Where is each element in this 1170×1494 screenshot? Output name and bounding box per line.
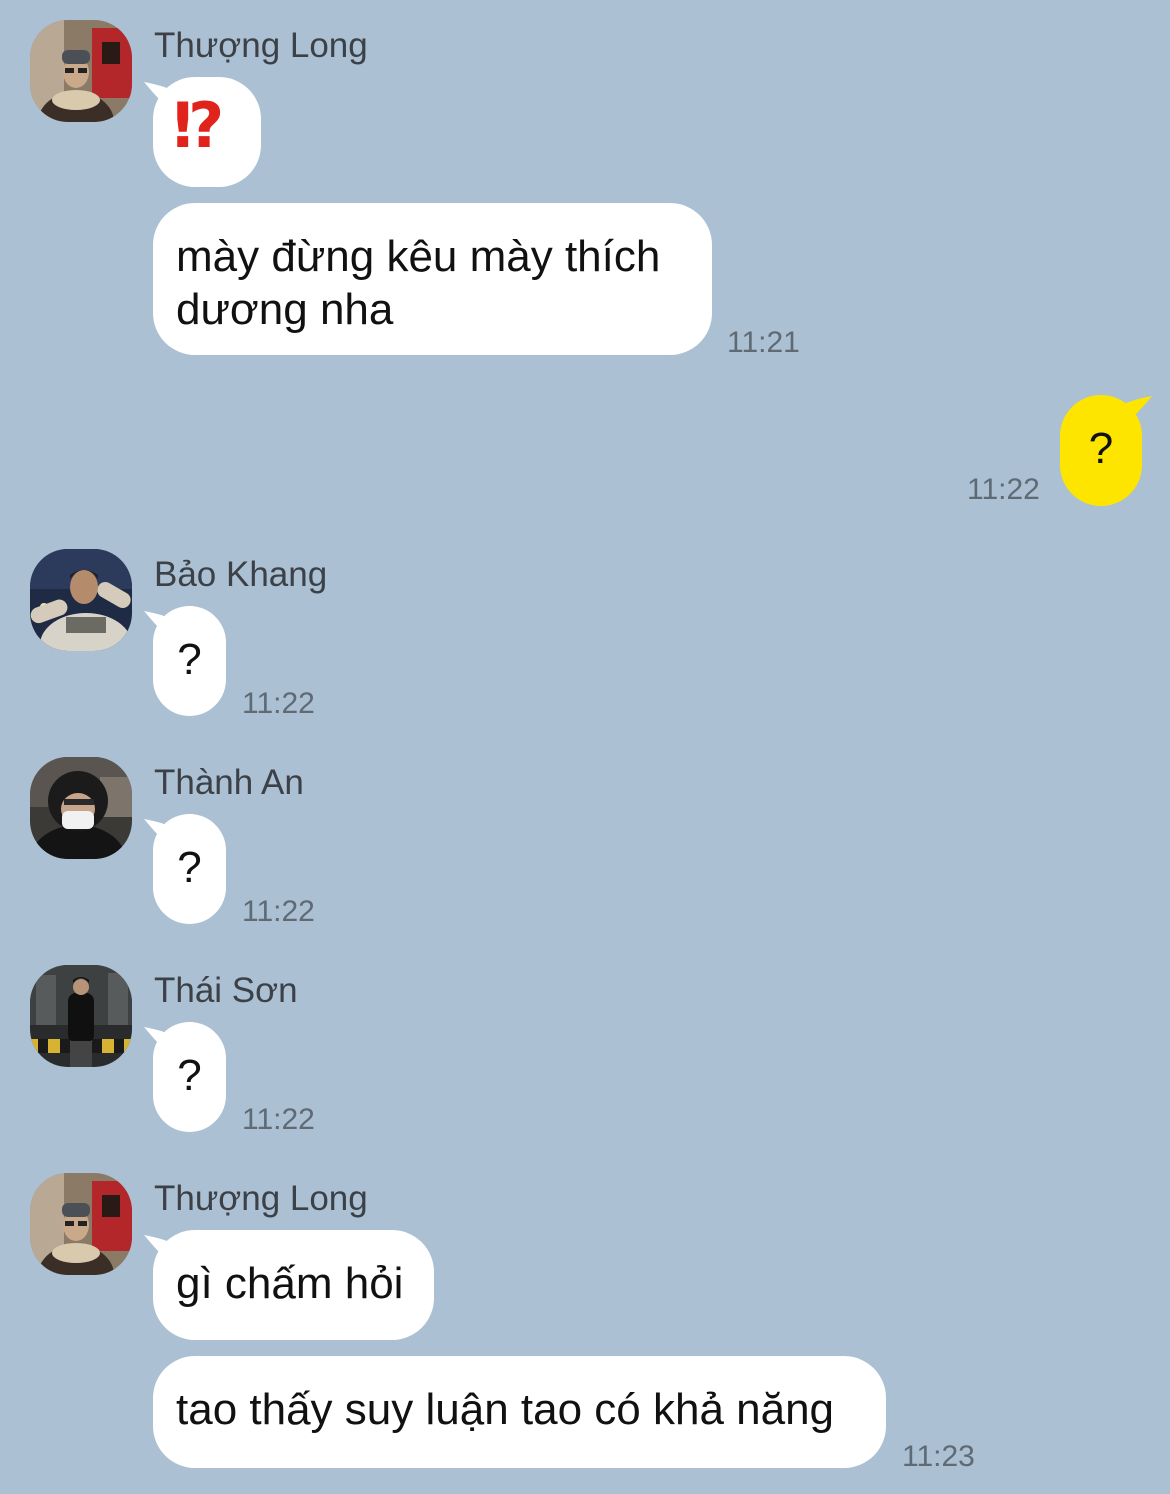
message-time: 11:22 <box>242 1103 315 1136</box>
message-bubble[interactable]: mày đừng kêu mày thích dương nha <box>153 203 712 355</box>
message-bubble[interactable]: ? <box>153 814 226 924</box>
avatar-thuong-long[interactable] <box>30 1173 132 1275</box>
interrobang-icon: ⁉ <box>173 89 224 162</box>
message-bubble[interactable]: tao thấy suy luận tao có khả năng <box>153 1356 886 1468</box>
sender-name: Thành An <box>154 763 304 802</box>
avatar-thanh-an[interactable] <box>30 757 132 859</box>
profile-photo <box>30 1173 132 1275</box>
message-bubble[interactable]: ? <box>153 1022 226 1132</box>
avatar-thuong-long[interactable] <box>30 20 132 122</box>
sender-name: Thượng Long <box>154 26 368 65</box>
message-bubble[interactable]: ⁉ <box>153 77 261 187</box>
message-time: 11:21 <box>727 326 800 359</box>
profile-photo <box>30 20 132 122</box>
message-time: 11:22 <box>242 895 315 928</box>
profile-photo <box>30 549 132 651</box>
avatar-bao-khang[interactable] <box>30 549 132 651</box>
sender-name: Thái Sơn <box>154 971 298 1010</box>
message-time: 11:22 <box>967 473 1040 506</box>
avatar-thai-son[interactable] <box>30 965 132 1067</box>
bubble-tail <box>1118 396 1152 430</box>
message-time: 11:22 <box>242 687 315 720</box>
message-bubble[interactable]: ? <box>153 606 226 716</box>
message-bubble[interactable]: gì chấm hỏi <box>153 1230 434 1340</box>
profile-photo <box>30 965 132 1067</box>
message-time: 11:23 <box>902 1440 975 1473</box>
sender-name: Thượng Long <box>154 1179 368 1218</box>
sender-name: Bảo Khang <box>154 555 328 594</box>
profile-photo <box>30 757 132 859</box>
